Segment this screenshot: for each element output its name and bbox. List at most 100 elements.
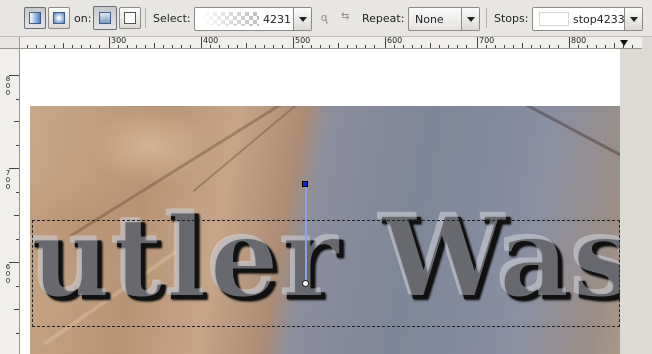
ruler-tick: [14, 121, 19, 122]
ruler-tick: [45, 45, 46, 48]
ruler-tick: [320, 45, 321, 48]
on-label: on:: [74, 12, 92, 25]
separator: [145, 8, 146, 28]
radial-gradient-icon: [53, 12, 65, 24]
ruler-tick: [172, 45, 173, 48]
ruler-tick: [421, 45, 422, 48]
ruler-major-tick: [201, 37, 202, 48]
ruler-label: 400: [203, 37, 219, 45]
ruler-tick: [14, 215, 19, 216]
ruler-tick: [246, 43, 247, 48]
rock-texture: [192, 106, 348, 193]
gradient-tool-controls-bar: on: Select: 4231 ᶐ ⇆ Repeat: None Stops:…: [0, 0, 652, 37]
ruler-tick: [72, 45, 73, 48]
ruler-label: 6 0 0: [5, 263, 11, 285]
linear-gradient-icon: [29, 12, 41, 24]
ruler-tick: [127, 45, 128, 48]
ruler-major-tick: [9, 168, 19, 169]
ruler-tick: [118, 45, 119, 48]
ruler-position-marker: [620, 40, 628, 46]
lock-icon[interactable]: ᶐ: [321, 11, 327, 24]
stops-select[interactable]: stop4233: [532, 7, 643, 31]
drawing-canvas[interactable]: utler Wash: [20, 49, 642, 354]
ruler-tick: [190, 45, 191, 48]
stop-color-swatch: [539, 12, 569, 26]
ruler-tick: [365, 45, 366, 48]
ruler-tick: [338, 43, 339, 48]
ruler-tick: [374, 45, 375, 48]
ruler-tick: [16, 286, 19, 287]
ruler-tick: [99, 45, 100, 48]
ruler-tick: [513, 45, 514, 48]
ruler-tick: [403, 45, 404, 48]
linear-gradient-button[interactable]: [24, 7, 46, 29]
ruler-tick: [504, 45, 505, 48]
ruler-tick: [181, 45, 182, 48]
repeat-select-value: None: [415, 13, 444, 26]
repeat-label: Repeat:: [362, 12, 405, 25]
ruler-tick: [36, 45, 37, 48]
gradient-start-handle[interactable]: [302, 181, 308, 187]
ruler-tick: [154, 43, 155, 48]
horizontal-ruler[interactable]: 300 400 500 600 700 800: [20, 37, 642, 49]
ruler-major-tick: [9, 262, 19, 263]
gradient-select-combo[interactable]: 4231: [194, 7, 312, 31]
ruler-tick: [522, 43, 523, 48]
ruler-tick: [16, 333, 19, 334]
ruler-tick: [614, 43, 615, 48]
ruler-tick: [531, 45, 532, 48]
stroke-target-button[interactable]: [119, 7, 141, 29]
stroke-target-icon: [124, 12, 136, 24]
ruler-tick: [632, 45, 633, 48]
gradient-select-value: 4231: [263, 13, 291, 26]
ruler-label: 600: [387, 37, 403, 45]
stops-select-value: stop4233: [573, 13, 625, 26]
ruler-tick: [210, 45, 211, 48]
ruler-tick: [578, 45, 579, 48]
ruler-tick: [81, 45, 82, 48]
ruler-tick: [63, 43, 64, 48]
ruler-label: 7 0 0: [5, 169, 11, 191]
ruler-tick: [282, 45, 283, 48]
chevron-down-icon[interactable]: [624, 8, 642, 30]
ruler-tick: [302, 45, 303, 48]
repeat-select[interactable]: None: [408, 7, 480, 31]
ruler-tick: [466, 45, 467, 48]
reverse-icon[interactable]: ⇆: [341, 11, 349, 22]
ruler-tick: [90, 45, 91, 48]
ruler-tick: [264, 45, 265, 48]
gradient-preview-swatch: [201, 12, 259, 26]
ruler-tick: [439, 45, 440, 48]
chevron-down-icon[interactable]: [461, 8, 479, 30]
ruler-label: 500: [295, 37, 311, 45]
gradient-end-handle[interactable]: [302, 280, 309, 287]
ruler-label: 800: [571, 37, 587, 45]
selection-bounding-box: [32, 220, 620, 327]
ruler-tick: [255, 45, 256, 48]
fill-target-button[interactable]: [93, 6, 117, 30]
ruler-tick: [347, 45, 348, 48]
ruler-tick: [16, 239, 19, 240]
ruler-label: 700: [479, 37, 495, 45]
chevron-down-icon[interactable]: [293, 8, 311, 30]
vertical-ruler[interactable]: 8 0 0 7 0 0 6 0 0: [0, 37, 20, 354]
ruler-label: 8 0 0: [5, 75, 11, 97]
ruler-tick: [136, 45, 137, 48]
ruler-tick: [605, 45, 606, 48]
ruler-tick: [540, 45, 541, 48]
ruler-major-tick: [569, 37, 570, 48]
ruler-major-tick: [477, 37, 478, 48]
ruler-tick: [356, 45, 357, 48]
canvas-scroll-gutter: [620, 49, 642, 354]
ruler-major-tick: [385, 37, 386, 48]
ruler-major-tick: [293, 37, 294, 48]
radial-gradient-button[interactable]: [48, 7, 70, 29]
ruler-tick: [558, 45, 559, 48]
ruler-tick: [16, 145, 19, 146]
ruler-tick: [273, 45, 274, 48]
ruler-tick: [430, 43, 431, 48]
ruler-tick: [219, 45, 220, 48]
ruler-tick: [448, 45, 449, 48]
ruler-tick: [145, 45, 146, 48]
ruler-tick: [495, 45, 496, 48]
